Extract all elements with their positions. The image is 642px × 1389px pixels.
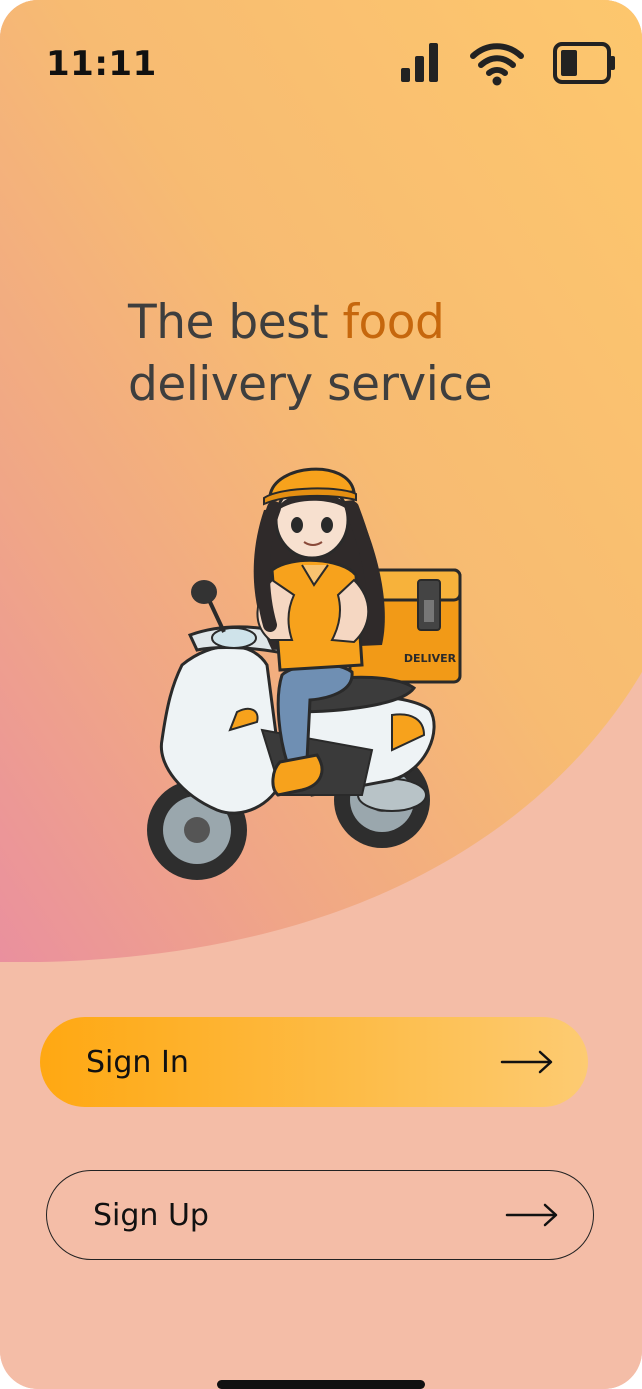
headline-part1: The best <box>128 295 343 350</box>
status-time: 11:11 <box>46 44 157 84</box>
home-indicator[interactable] <box>217 1380 425 1389</box>
arrow-right-icon <box>500 1050 553 1074</box>
delivery-rider-illustration: DELIVER <box>147 467 462 880</box>
app-screen: 11:11 The best food delivery service DELI… <box>0 0 642 1389</box>
arrow-right-icon <box>505 1203 558 1227</box>
battery-icon <box>553 42 615 84</box>
status-bar: 11:11 <box>0 0 642 130</box>
sign-up-label: Sign Up <box>93 1197 209 1233</box>
hero-headline: The best food delivery service <box>128 292 568 416</box>
cellular-signal-icon <box>401 43 438 82</box>
wifi-icon <box>470 43 524 86</box>
headline-accent: food <box>342 295 445 350</box>
sign-in-label: Sign In <box>86 1044 189 1080</box>
box-label: DELIVER <box>404 652 457 665</box>
headline-part2: delivery service <box>128 357 493 412</box>
sign-up-button[interactable]: Sign Up <box>46 1170 594 1260</box>
sign-in-button[interactable]: Sign In <box>40 1017 588 1107</box>
